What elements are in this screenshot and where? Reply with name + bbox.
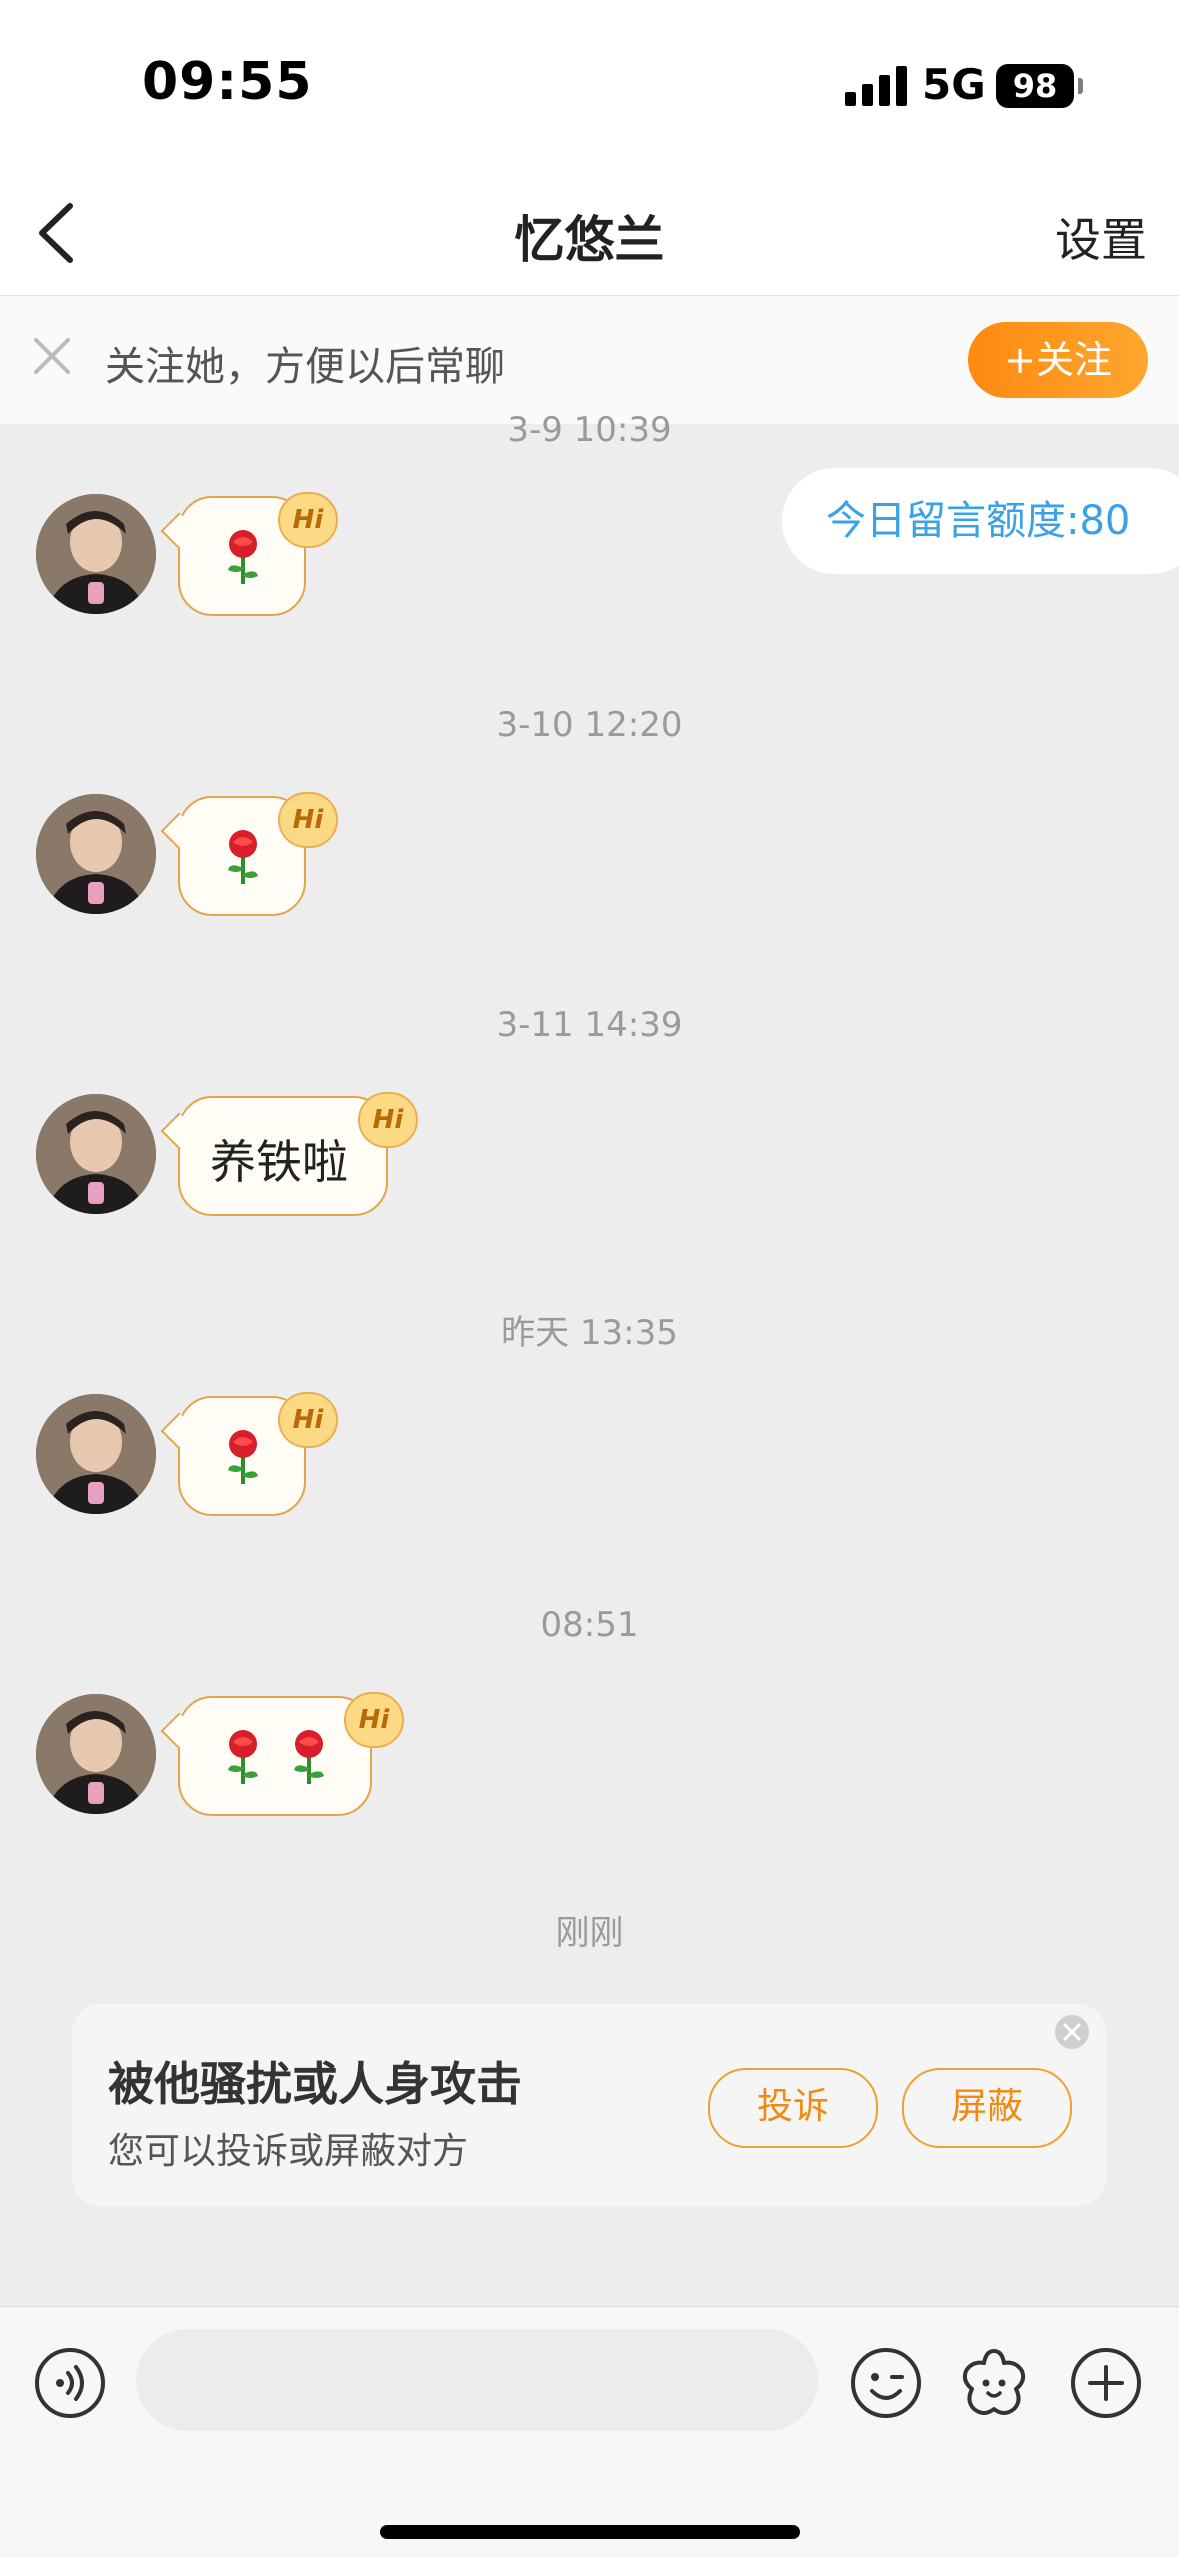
rose-emoji-icon xyxy=(228,1730,258,1784)
message-timestamp: 3-11 14:39 xyxy=(496,1005,683,1045)
voice-icon[interactable] xyxy=(32,2345,108,2421)
follow-banner: 关注她，方便以后常聊 +关注 xyxy=(0,296,1179,424)
input-bar xyxy=(0,2306,1179,2557)
avatar[interactable] xyxy=(36,494,156,614)
message-timestamp: 昨天 13:35 xyxy=(501,1313,678,1353)
message-timestamp: 08:51 xyxy=(540,1605,639,1645)
bubble-tail xyxy=(160,1712,198,1750)
hi-badge: Hi xyxy=(344,1692,404,1748)
rose-emoji-icon xyxy=(228,830,258,884)
harassment-card-title: 被他骚扰或人身攻击 xyxy=(108,2057,522,2111)
avatar-image xyxy=(36,1094,156,1214)
sticker-icon[interactable] xyxy=(956,2345,1032,2421)
page-title: 忆悠兰 xyxy=(514,211,665,269)
hi-badge: Hi xyxy=(358,1092,418,1148)
harassment-card-subtitle: 您可以投诉或屏蔽对方 xyxy=(108,2131,469,2172)
battery-tip xyxy=(1078,78,1083,94)
bubble-tail xyxy=(160,512,198,550)
bubble-tail xyxy=(160,812,198,850)
message-timestamp: 3-9 10:39 xyxy=(507,410,672,450)
home-indicator xyxy=(380,2525,800,2539)
settings-button[interactable]: 设置 xyxy=(1055,204,1147,270)
rose-emoji-icon xyxy=(294,1730,324,1784)
avatar[interactable] xyxy=(36,1094,156,1214)
harassment-card: 被他骚扰或人身攻击 您可以投诉或屏蔽对方 投诉 屏蔽 xyxy=(72,2004,1106,2206)
message-text: 养铁啦 xyxy=(210,1135,348,1189)
plus-icon[interactable] xyxy=(1068,2345,1144,2421)
battery-icon: 98 xyxy=(996,64,1074,108)
report-button[interactable]: 投诉 xyxy=(708,2068,878,2148)
close-icon[interactable] xyxy=(1054,2014,1090,2050)
follow-banner-text: 关注她，方便以后常聊 xyxy=(105,344,505,390)
status-time: 09:55 xyxy=(142,52,313,112)
block-button[interactable]: 屏蔽 xyxy=(902,2068,1072,2148)
rose-emoji-icon xyxy=(228,1430,258,1484)
avatar[interactable] xyxy=(36,1694,156,1814)
bubble-tail xyxy=(160,1412,198,1450)
network-type: 5G xyxy=(922,60,986,109)
avatar-image xyxy=(36,494,156,614)
message-input[interactable] xyxy=(136,2329,818,2431)
message-bubble[interactable]: 养铁啦 xyxy=(160,1096,388,1216)
message-bubble[interactable] xyxy=(160,1696,372,1816)
avatar-image xyxy=(36,794,156,914)
signal-icon xyxy=(845,66,907,106)
bubble-tail xyxy=(160,1112,198,1150)
status-bar: 09:55 5G 98 xyxy=(0,0,1179,170)
avatar[interactable] xyxy=(36,1394,156,1514)
emoji-icon[interactable] xyxy=(848,2345,924,2421)
avatar-image xyxy=(36,1394,156,1514)
avatar-image xyxy=(36,1694,156,1814)
avatar[interactable] xyxy=(36,794,156,914)
rose-emoji-icon xyxy=(228,530,258,584)
quota-badge: 今日留言额度:80 xyxy=(782,468,1179,574)
hi-badge: Hi xyxy=(278,792,338,848)
message-timestamp: 3-10 12:20 xyxy=(496,705,683,745)
close-icon[interactable] xyxy=(30,334,74,378)
hi-badge: Hi xyxy=(278,1392,338,1448)
nav-bar: 忆悠兰 设置 xyxy=(0,170,1179,296)
follow-button[interactable]: +关注 xyxy=(968,322,1148,398)
latest-timestamp: 刚刚 xyxy=(555,1913,624,1953)
hi-badge: Hi xyxy=(278,492,338,548)
